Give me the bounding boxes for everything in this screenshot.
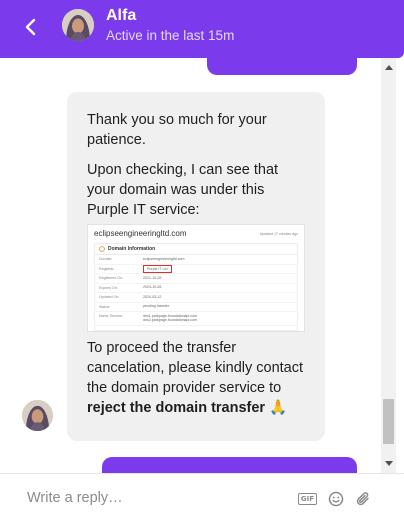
info-key: Domain: [99, 257, 113, 261]
chevron-left-icon [25, 18, 36, 36]
info-row: Name Servers: dns1.parkpage.foundationap… [95, 312, 297, 326]
gif-icon: GIF [298, 493, 317, 505]
attach-button[interactable] [354, 490, 372, 508]
agent-status: Active in the last 15m [106, 28, 235, 43]
info-key: Status: [99, 304, 111, 309]
triangle-up-icon [384, 65, 393, 70]
message-paragraph: Upon checking, I can see that your domai… [87, 162, 279, 218]
agent-avatar [22, 400, 53, 431]
agent-message-bubble: Thank you so much for your patience. Upo… [67, 92, 325, 441]
message-paragraph: Thank you so much for your patience. [87, 112, 267, 148]
info-key: Registered On: [99, 276, 124, 280]
info-key: Registrar: [99, 266, 115, 271]
scrollbar[interactable] [381, 58, 396, 473]
paperclip-icon [356, 492, 369, 506]
smiley-icon [328, 491, 344, 507]
triangle-down-icon [384, 461, 393, 466]
scroll-up-button[interactable] [381, 60, 396, 74]
scroll-thumb[interactable] [383, 399, 394, 444]
user-message-bubble [102, 457, 357, 473]
info-value: pending transfer [143, 304, 169, 308]
reply-input[interactable] [12, 484, 282, 512]
info-row: Expires On: 2024-10-26 [95, 284, 297, 293]
card-title: Domain Information [108, 246, 156, 252]
info-key: Expires On: [99, 285, 118, 290]
globe-icon [99, 246, 105, 252]
info-row: Updated On: 2024-03-12 [95, 293, 297, 303]
gif-button[interactable]: GIF [298, 490, 317, 508]
info-value: 2024-10-26 [143, 285, 162, 289]
emoji-button[interactable] [327, 490, 345, 508]
info-value: eclipseengineeringltd.com [143, 256, 185, 261]
info-key: Updated On: [99, 295, 120, 299]
screenshot-attachment[interactable]: eclipseengineeringltd.com Updated 17 min… [87, 224, 305, 332]
info-value: 2024-03-12 [143, 294, 162, 299]
back-button[interactable] [18, 14, 44, 40]
info-key: Name Servers: [99, 314, 123, 318]
info-row-highlighted: Registrar: Purple IT Ltd [95, 264, 297, 274]
info-value: 2021-10-26 [143, 275, 162, 280]
agent-name: Alfa [106, 7, 137, 24]
info-value: Purple IT Ltd [143, 264, 172, 273]
info-row: Domain: eclipseengineeringltd.com [95, 255, 297, 265]
attachment-updated: Updated 17 minutes ago [259, 232, 298, 236]
user-message-bubble [207, 58, 357, 75]
info-row: Status: pending transfer [95, 303, 297, 312]
agent-avatar [62, 9, 94, 41]
chat-header: Alfa Active in the last 15m [0, 0, 404, 58]
message-bold-text: reject the domain transfer [87, 400, 266, 416]
folded-hands-icon: 🙏 [269, 400, 288, 416]
message-text: To proceed the transfer cancelation, ple… [87, 340, 304, 396]
conversation-area: Thank you so much for your patience. Upo… [0, 58, 396, 473]
info-value: dns1.parkpage.foundationapi.com dns2.par… [143, 313, 198, 323]
message-paragraph: To proceed the transfer cancelation, ple… [87, 338, 305, 418]
reply-composer: GIF [0, 473, 404, 521]
domain-info-card: Domain Information Domain: eclipseengine… [94, 243, 298, 331]
scroll-down-button[interactable] [381, 457, 396, 471]
info-row: Registered On: 2021-10-26 [95, 274, 297, 284]
attachment-domain: eclipseengineeringltd.com [94, 229, 187, 238]
